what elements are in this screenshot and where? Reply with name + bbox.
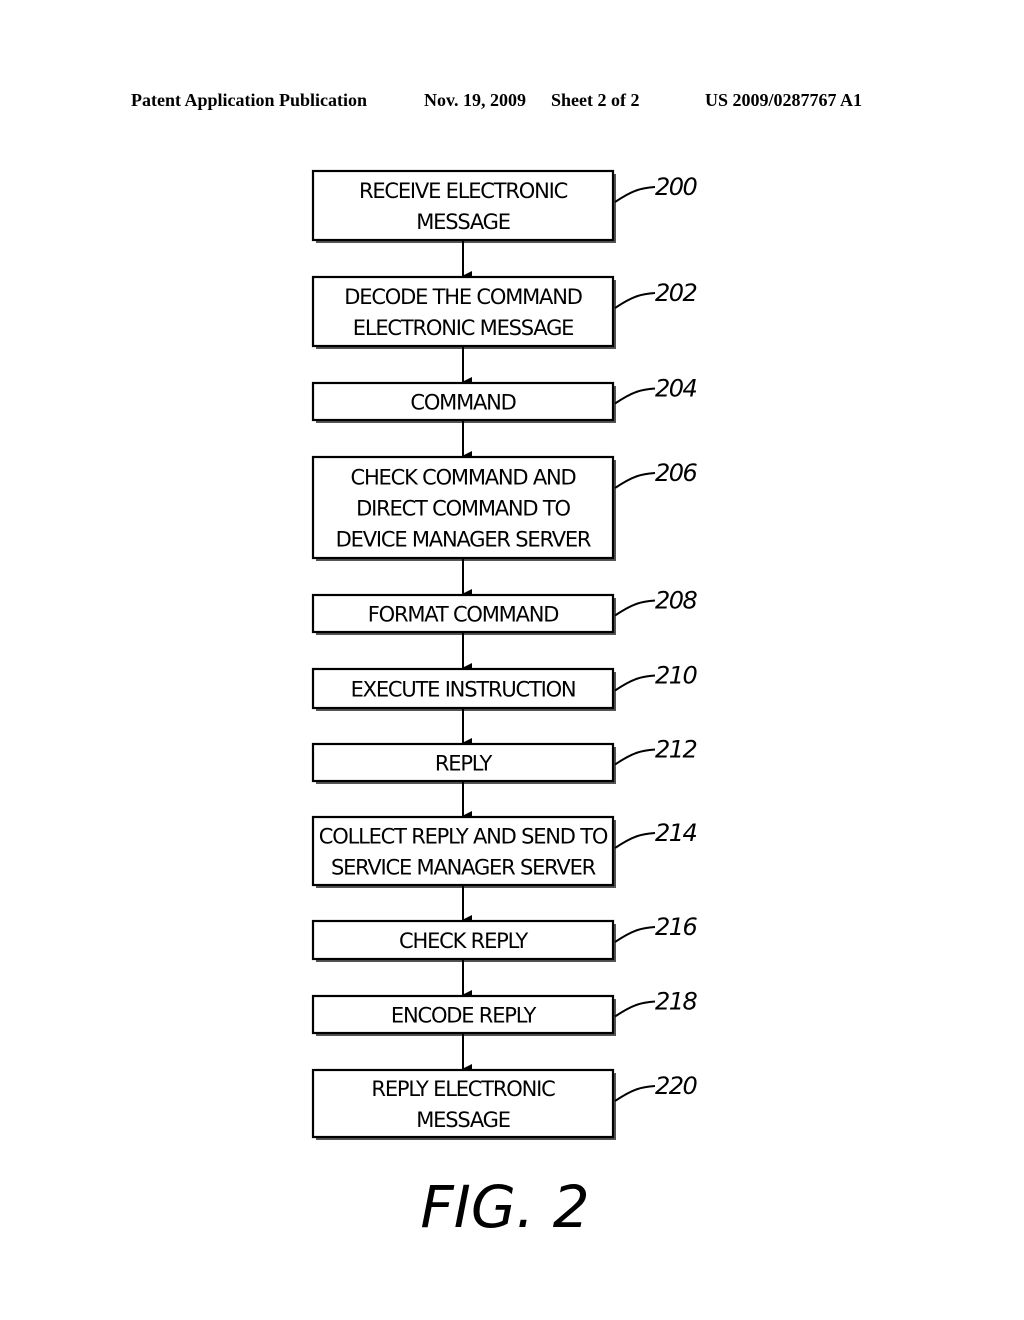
- leader-line: [614, 387, 656, 405]
- reference-numeral: 216: [655, 913, 698, 941]
- reference-numeral: 210: [655, 662, 698, 690]
- flow-step-200: RECEIVE ELECTRONIC MESSAGE 200: [311, 169, 699, 243]
- reference-numeral: 204: [655, 375, 697, 403]
- flow-step-202: DECODE THE COMMAND ELECTRONIC MESSAGE 202: [311, 275, 698, 349]
- step-label: MESSAGE: [416, 210, 510, 234]
- reference-numeral: 206: [655, 459, 698, 487]
- step-label: SERVICE MANAGER SERVER: [331, 856, 596, 880]
- step-label: ELECTRONIC MESSAGE: [353, 316, 573, 340]
- figure-label: FIG. 2: [420, 1173, 589, 1241]
- leader-line: [614, 599, 656, 617]
- step-label: ENCODE REPLY: [391, 1004, 537, 1028]
- step-label: REPLY ELECTRONIC: [371, 1077, 555, 1101]
- flow-step-218: ENCODE REPLY 218: [311, 988, 699, 1036]
- leader-line: [614, 674, 656, 692]
- reference-numeral: 220: [655, 1072, 698, 1100]
- step-label: CHECK REPLY: [399, 929, 528, 953]
- reference-numeral: 212: [655, 736, 697, 764]
- leader-line: [614, 1000, 656, 1018]
- flow-step-216: CHECK REPLY 216: [311, 913, 699, 962]
- step-label: DIRECT COMMAND TO: [356, 497, 570, 521]
- leader-line: [614, 926, 656, 943]
- step-label: COLLECT REPLY AND SEND TO: [319, 825, 608, 849]
- flow-step-208: FORMAT COMMAND 208: [311, 587, 699, 635]
- reference-numeral: 214: [655, 819, 697, 847]
- step-label: EXECUTE INSTRUCTION: [351, 678, 576, 702]
- flow-step-206: CHECK COMMAND AND DIRECT COMMAND TO DEVICE…: [311, 455, 699, 561]
- leader-line: [614, 472, 656, 489]
- reference-numeral: 202: [655, 279, 697, 307]
- leader-line: [614, 748, 656, 766]
- step-label: REPLY: [435, 752, 493, 776]
- leader-line: [614, 292, 656, 309]
- leader-line: [614, 1085, 656, 1102]
- step-label: MESSAGE: [416, 1108, 510, 1132]
- reference-numeral: 200: [655, 173, 698, 201]
- flowchart: RECEIVE ELECTRONIC MESSAGE 200 DECODE THE C…: [311, 169, 699, 1241]
- step-label: CHECK COMMAND AND: [350, 466, 575, 490]
- flow-step-212: REPLY 212: [311, 736, 698, 784]
- step-label: DEVICE MANAGER SERVER: [336, 528, 591, 552]
- step-label: FORMAT COMMAND: [368, 603, 558, 627]
- flow-step-214: COLLECT REPLY AND SEND TO SERVICE MANAGER…: [311, 815, 698, 888]
- leader-line: [614, 832, 656, 849]
- flow-step-220: REPLY ELECTRONIC MESSAGE 220: [311, 1068, 699, 1140]
- reference-numeral: 218: [655, 988, 698, 1016]
- reference-numeral: 208: [655, 587, 698, 615]
- flow-step-210: EXECUTE INSTRUCTION 210: [311, 662, 699, 711]
- step-label: RECEIVE ELECTRONIC: [359, 179, 568, 203]
- leader-line: [614, 186, 656, 203]
- flow-step-204: COMMAND 204: [311, 375, 698, 423]
- step-label: COMMAND: [410, 391, 515, 415]
- step-label: DECODE THE COMMAND: [344, 285, 581, 309]
